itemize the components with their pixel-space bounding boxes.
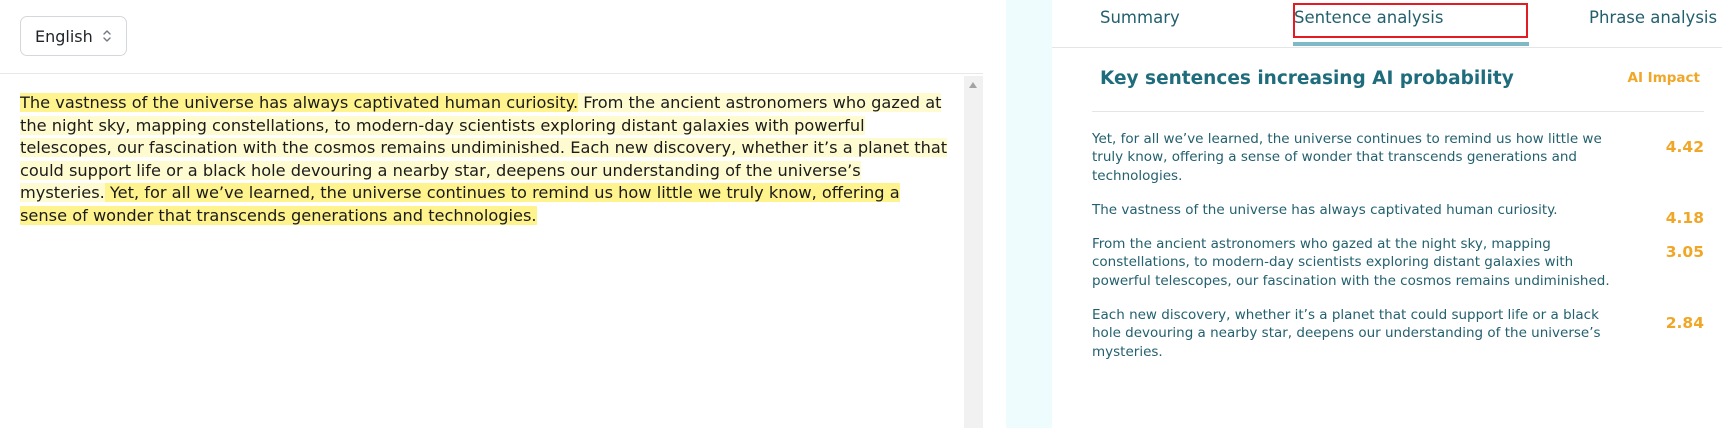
language-select-value: English (35, 26, 93, 46)
list-item[interactable]: Each new discovery, whether it’s a plane… (1092, 306, 1704, 361)
list-item[interactable]: Yet, for all we’ve learned, the universe… (1092, 130, 1704, 185)
tab-phrase-analysis[interactable]: Phrase analysis (1589, 8, 1717, 36)
analysis-pane: Summary Sentence analysis Phrase analysi… (1052, 0, 1722, 428)
tab-summary[interactable]: Summary (1100, 8, 1180, 36)
sentence-text: Each new discovery, whether it’s a plane… (1092, 307, 1601, 360)
editor-sentence-4: Yet, for all we’ve learned, the universe… (20, 183, 900, 225)
scroll-up-arrow-icon[interactable] (969, 82, 977, 88)
panel-title: Key sentences increasing AI probability (1100, 68, 1514, 89)
editor-scrollbar[interactable] (964, 76, 983, 428)
toolbar-divider (0, 73, 983, 74)
analysis-tabs: Summary Sentence analysis Phrase analysi… (1052, 0, 1722, 48)
ai-impact-score: 3.05 (1665, 243, 1704, 262)
ai-impact-score: 2.84 (1665, 314, 1704, 333)
active-tab-outline (1293, 3, 1528, 38)
list-item[interactable]: From the ancient astronomers who gazed a… (1092, 235, 1704, 290)
active-tab-underline (1293, 42, 1529, 46)
sentence-text: Yet, for all we’ve learned, the universe… (1092, 131, 1602, 184)
panel-divider (1092, 111, 1704, 112)
list-item[interactable]: The vastness of the universe has always … (1092, 201, 1704, 227)
language-select[interactable]: English (20, 16, 127, 56)
sentence-text: The vastness of the universe has always … (1092, 201, 1558, 218)
ai-impact-score: 4.42 (1665, 138, 1704, 156)
chevron-up-down-icon (103, 30, 111, 42)
editor-sentence-1: The vastness of the universe has always … (20, 93, 579, 112)
pane-gutter (1006, 0, 1052, 428)
editor-pane: English The vastness of the universe has… (0, 0, 1006, 428)
ai-impact-label: AI Impact (1627, 70, 1701, 86)
ai-impact-score: 4.18 (1665, 208, 1704, 227)
text-editor[interactable]: The vastness of the universe has always … (20, 92, 950, 228)
key-sentence-list: Yet, for all we’ve learned, the universe… (1092, 130, 1704, 377)
sentence-text: From the ancient astronomers who gazed a… (1092, 236, 1610, 289)
